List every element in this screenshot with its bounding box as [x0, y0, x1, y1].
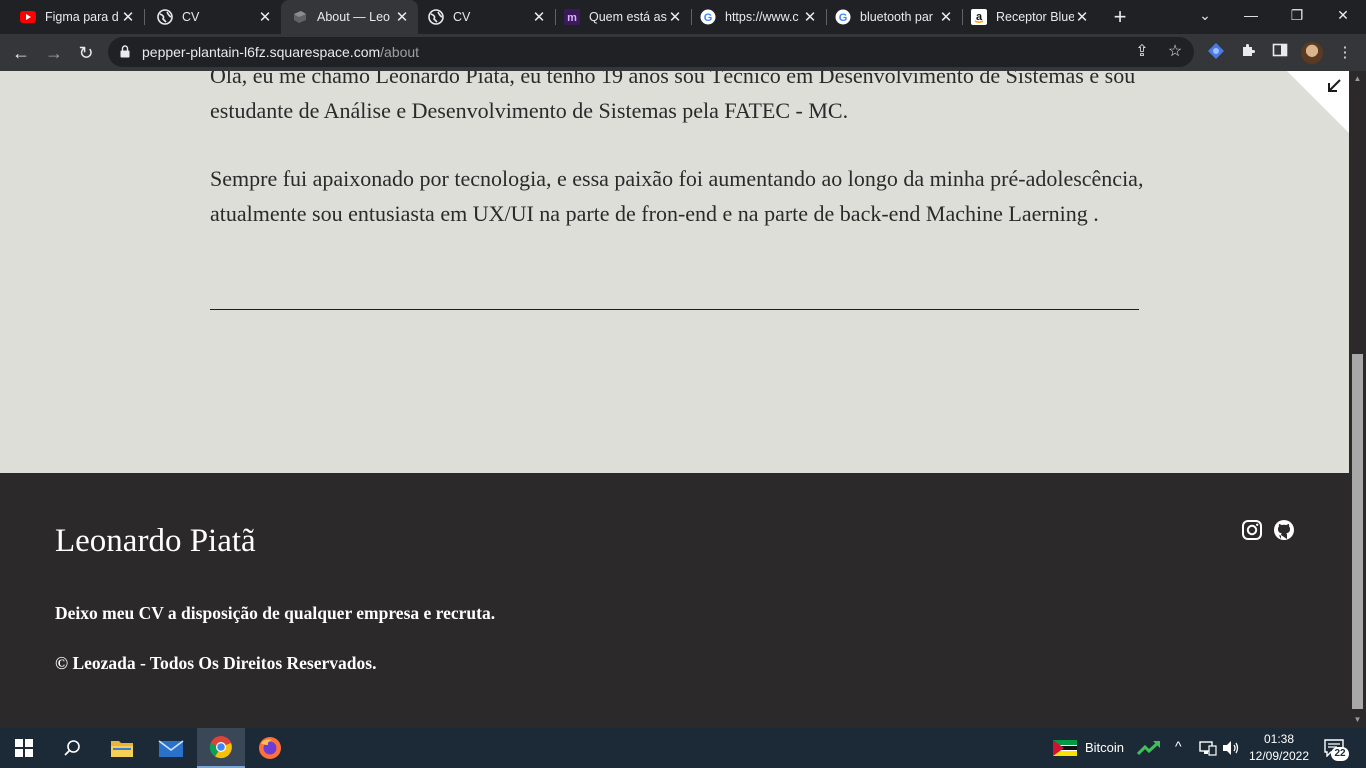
back-arrow-icon[interactable]: ← — [8, 40, 34, 66]
restore-icon[interactable]: ❐ — [1274, 0, 1320, 34]
more-menu-icon[interactable]: ⋮ — [1334, 42, 1356, 64]
close-tab-icon[interactable]: ✕ — [257, 8, 273, 26]
svg-text:G: G — [839, 12, 848, 24]
google-icon: G — [700, 9, 716, 25]
tab-title: CV — [453, 10, 471, 24]
extensions-puzzle-icon[interactable] — [1237, 42, 1259, 64]
footer-site-title[interactable]: Leonardo Piatã — [55, 523, 256, 560]
lock-icon[interactable] — [120, 45, 130, 58]
tab-figma[interactable]: Figma para d ✕ — [0, 0, 144, 34]
share-icon[interactable]: ⇪ — [1132, 42, 1152, 62]
address-bar[interactable]: pepper-plantain-l6fz.squarespace.com/abo… — [108, 37, 1194, 67]
tab-cv-1[interactable]: CV ✕ — [137, 0, 281, 34]
about-paragraph-2: Sempre fui apaixonado por tecnologia, e … — [210, 166, 1144, 226]
footer-copyright: © Leozada - Todos Os Direitos Reservados… — [55, 653, 377, 673]
m-icon: m — [564, 9, 580, 25]
browser-tab-strip: Figma para d ✕ CV ✕ About — Leo ✕ CV ✕ m… — [0, 0, 1366, 34]
instagram-icon[interactable] — [1241, 519, 1263, 541]
mail-icon[interactable] — [147, 728, 195, 768]
scrollbar-thumb[interactable] — [1352, 354, 1363, 709]
globe-icon — [157, 9, 173, 25]
extension-shield-icon[interactable] — [1205, 42, 1227, 64]
url-path: /about — [380, 44, 420, 60]
collapse-arrow-icon[interactable] — [1325, 77, 1343, 95]
tab-about-active[interactable]: About — Leo ✕ — [281, 0, 418, 34]
notification-count-badge: 22 — [1331, 747, 1349, 761]
tab-search-chevron-icon[interactable]: ⌄ — [1182, 0, 1228, 34]
volume-icon[interactable] — [1222, 740, 1240, 756]
site-footer: Leonardo Piatã Deixo meu CV a disposição… — [0, 473, 1349, 728]
close-tab-icon[interactable]: ✕ — [394, 8, 410, 26]
firefox-icon[interactable] — [246, 728, 294, 768]
forward-arrow-icon[interactable]: → — [41, 40, 67, 66]
footer-tagline: Deixo meu CV a disposição de qualquer em… — [55, 603, 496, 623]
google-icon: G — [835, 9, 851, 25]
clock-time: 01:38 — [1263, 732, 1295, 746]
squarespace-icon — [292, 9, 308, 25]
file-explorer-icon[interactable] — [98, 728, 146, 768]
system-clock[interactable]: 01:38 12/09/2022 — [1242, 731, 1316, 765]
tab-quem-esta[interactable]: m Quem está as ✕ — [555, 0, 691, 34]
youtube-icon — [20, 9, 36, 25]
close-tab-icon[interactable]: ✕ — [120, 8, 136, 26]
horizontal-divider — [210, 309, 1139, 310]
tab-title: https://www.c — [725, 10, 799, 24]
tab-google-url[interactable]: G https://www.c ✕ — [691, 0, 826, 34]
windows-taskbar: Bitcoin ^ 01:38 12/09/2022 22 — [0, 728, 1366, 768]
about-paragraph-1: Olá, eu me chamo Leonardo Piatã, eu tenh… — [210, 71, 1136, 123]
show-hidden-icons-icon[interactable]: ^ — [1175, 738, 1182, 754]
amazon-icon: a — [971, 9, 987, 25]
chrome-taskbar-icon[interactable] — [197, 728, 245, 768]
close-tab-icon[interactable]: ✕ — [667, 8, 683, 26]
url-text[interactable]: pepper-plantain-l6fz.squarespace.com/abo… — [142, 44, 419, 60]
close-tab-icon[interactable]: ✕ — [531, 8, 547, 26]
tab-title: Figma para d — [45, 10, 119, 24]
profile-avatar[interactable] — [1301, 42, 1323, 64]
reload-icon[interactable]: ↻ — [73, 40, 99, 66]
tab-receptor[interactable]: a Receptor Blue ✕ — [962, 0, 1098, 34]
tab-title: bluetooth par — [860, 10, 933, 24]
minimize-icon[interactable]: — — [1228, 0, 1274, 34]
new-tab-icon[interactable]: + — [1108, 5, 1132, 29]
side-panel-icon[interactable] — [1269, 42, 1291, 64]
close-tab-icon[interactable]: ✕ — [938, 8, 954, 26]
close-window-icon[interactable]: ✕ — [1320, 0, 1366, 34]
search-icon[interactable] — [48, 728, 96, 768]
ticker-label[interactable]: Bitcoin — [1085, 740, 1124, 755]
tab-bluetooth[interactable]: G bluetooth par ✕ — [826, 0, 962, 34]
web-page: Olá, eu me chamo Leonardo Piatã, eu tenh… — [0, 71, 1349, 728]
mozambique-flag-icon — [1053, 740, 1077, 756]
trend-up-icon — [1137, 740, 1161, 756]
tab-title: About — Leo — [317, 10, 390, 24]
windows-start-icon[interactable] — [0, 728, 48, 768]
page-scrollbar[interactable]: ▲ ▼ — [1349, 71, 1366, 728]
globe-icon — [428, 9, 444, 25]
bookmark-star-icon[interactable]: ☆ — [1165, 42, 1185, 62]
network-icon[interactable] — [1199, 740, 1217, 756]
url-host: pepper-plantain-l6fz.squarespace.com — [142, 44, 381, 60]
scroll-up-arrow-icon[interactable]: ▲ — [1353, 74, 1362, 83]
close-tab-icon[interactable]: ✕ — [1074, 8, 1090, 26]
tab-cv-2[interactable]: CV ✕ — [418, 0, 555, 34]
clock-date: 12/09/2022 — [1248, 749, 1310, 763]
scroll-down-arrow-icon[interactable]: ▼ — [1353, 715, 1362, 724]
browser-toolbar: ← → ↻ pepper-plantain-l6fz.squarespace.c… — [0, 34, 1366, 71]
tab-title: Quem está as — [589, 10, 667, 24]
tab-title: Receptor Blue — [996, 10, 1074, 24]
close-tab-icon[interactable]: ✕ — [802, 8, 818, 26]
github-icon[interactable] — [1273, 519, 1295, 541]
svg-text:m: m — [567, 12, 577, 24]
svg-text:G: G — [704, 12, 713, 24]
tab-title: CV — [182, 10, 200, 24]
